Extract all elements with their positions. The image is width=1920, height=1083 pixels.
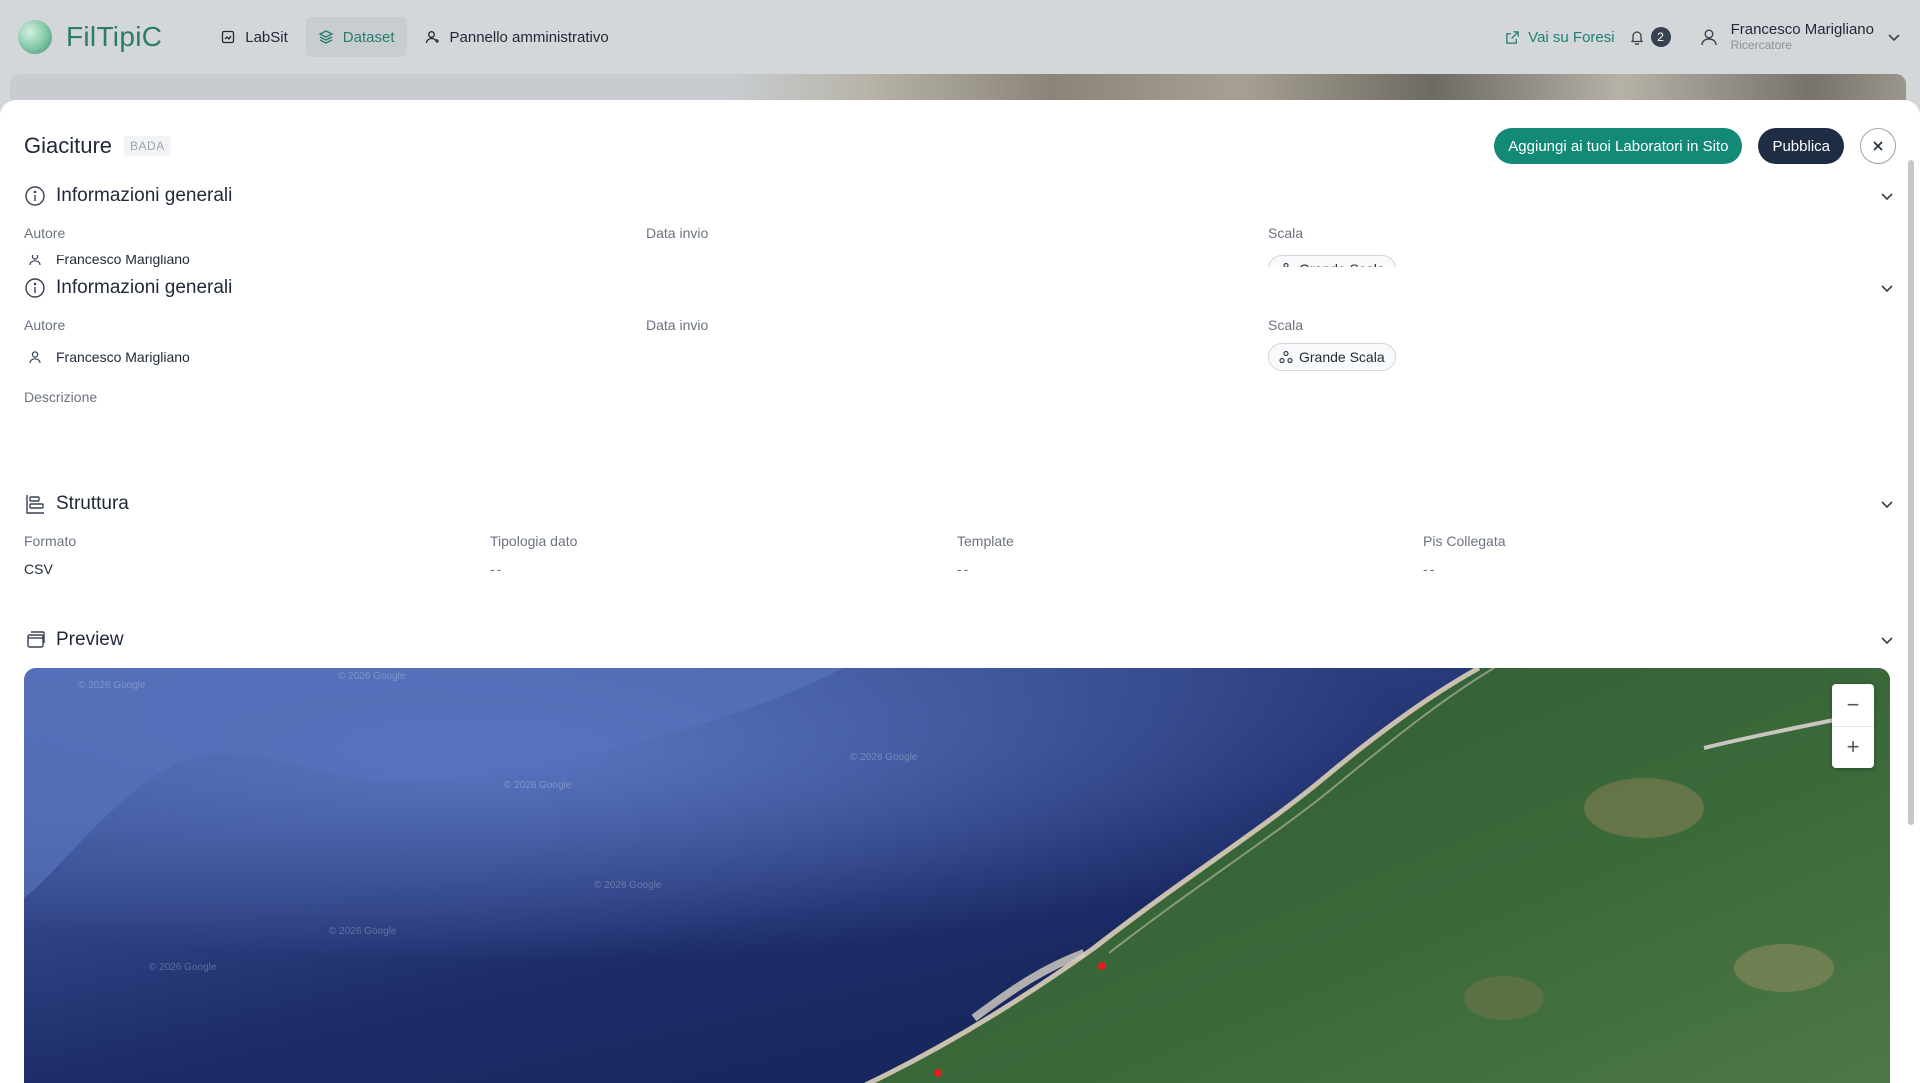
scale-icon xyxy=(1279,350,1293,364)
user-menu[interactable]: Francesco Marigliano Ricercatore xyxy=(1699,20,1902,53)
notifications-button[interactable]: 2 xyxy=(1629,27,1671,47)
bell-icon xyxy=(1630,31,1643,45)
info-icon xyxy=(25,278,45,298)
general-info-header[interactable]: Informazioni generali xyxy=(24,273,1896,303)
scale-chip: Grande Scala xyxy=(1268,343,1396,371)
preview-icon xyxy=(27,631,45,648)
map-zoom-controls: − + xyxy=(1832,684,1874,768)
general-info-title: Informazioni generali xyxy=(56,185,233,206)
publish-button[interactable]: Pubblica xyxy=(1758,128,1844,164)
date-label: Data invio xyxy=(646,317,709,333)
close-button[interactable] xyxy=(1860,128,1896,164)
notification-count-badge: 2 xyxy=(1650,27,1671,47)
preview-header[interactable]: Preview xyxy=(24,625,1896,655)
author-name: Francesco Marigliano xyxy=(56,255,190,267)
nav-label-labsit: LabSit xyxy=(245,28,288,46)
dataset-detail-panel: Giaciture BADA Aggiungi ai tuoi Laborato… xyxy=(0,100,1920,1083)
author-value-clipped: Francesco Marigliano xyxy=(28,255,190,267)
map-attribution: © 2026 Google xyxy=(329,926,397,937)
map-attribution: © 2026 Google xyxy=(149,962,217,973)
data-type-value: -- xyxy=(490,561,504,577)
description-label: Descrizione xyxy=(24,389,98,405)
map-attribution: © 2026 Google xyxy=(78,680,146,691)
format-value: CSV xyxy=(24,561,53,577)
chevron-down-icon xyxy=(1881,193,1893,201)
map-attribution: © 2026 Google xyxy=(594,880,662,891)
zoom-out-button[interactable]: − xyxy=(1832,684,1874,726)
template-value: -- xyxy=(957,561,971,577)
user-role: Ricercatore xyxy=(1730,38,1792,53)
user-icon xyxy=(29,255,41,266)
author-label: Autore xyxy=(24,225,66,241)
user-icon xyxy=(29,351,41,364)
panel-header: Giaciture BADA Aggiungi ai tuoi Laborato… xyxy=(24,124,1896,168)
info-icon xyxy=(25,186,45,206)
chevron-down-icon xyxy=(1881,285,1893,293)
nav-label-admin: Pannello amministrativo xyxy=(449,28,609,46)
user-name: Francesco Marigliano xyxy=(1730,20,1874,38)
nav-item-labsit[interactable]: LabSit xyxy=(208,17,300,57)
panel-actions: Aggiungi ai tuoi Laboratori in Sito Pubb… xyxy=(1494,128,1896,164)
add-to-labs-button[interactable]: Aggiungi ai tuoi Laboratori in Sito xyxy=(1494,128,1743,164)
close-icon xyxy=(1873,141,1883,151)
data-type-label: Tipologia dato xyxy=(490,533,578,549)
map-attribution: © 2026 Google xyxy=(504,780,572,791)
scale-value: Grande Scala xyxy=(1299,349,1385,365)
map-attribution: © 2026 Google xyxy=(850,752,918,763)
preview-title: Preview xyxy=(56,629,124,650)
layers-icon xyxy=(318,30,334,44)
zoom-in-button[interactable]: + xyxy=(1832,725,1874,769)
nav-item-admin[interactable]: Pannello amministrativo xyxy=(413,17,621,57)
chevron-down-icon xyxy=(1888,34,1900,42)
scale-chip-clipped: Grande Scala xyxy=(1268,255,1396,267)
dataset-title: Giaciture xyxy=(24,133,113,158)
scale-icon xyxy=(1283,262,1289,267)
format-label: Formato xyxy=(24,533,77,549)
date-label: Data invio xyxy=(646,225,709,241)
app-logo[interactable]: FilTipiC xyxy=(18,20,162,54)
main-nav: LabSit Dataset Pannello amministrativo xyxy=(208,17,621,57)
labsit-icon xyxy=(222,30,235,44)
satellite-map-image xyxy=(24,668,1890,1083)
user-info: Francesco Marigliano Ricercatore xyxy=(1730,20,1874,53)
author-label: Autore xyxy=(24,317,66,333)
vai-su-foresi-label: Vai su Foresi xyxy=(1528,28,1615,46)
map-marker[interactable] xyxy=(934,1069,942,1077)
preview-map[interactable]: © 2026 Google © 2026 Google © 2026 Googl… xyxy=(24,668,1890,1083)
map-marker[interactable] xyxy=(1098,962,1106,970)
scale-label: Scala xyxy=(1268,225,1304,241)
nav-label-dataset: Dataset xyxy=(342,28,395,46)
external-link-icon xyxy=(1506,30,1519,44)
scale-label: Scala xyxy=(1268,317,1304,333)
structure-title: Struttura xyxy=(56,493,129,514)
top-right-actions: Vai su Foresi 2 Francesco Marigliano Ric… xyxy=(1505,20,1902,53)
template-label: Template xyxy=(957,533,1014,549)
admin-icon xyxy=(425,31,439,44)
user-avatar-icon xyxy=(1700,29,1717,46)
clipped-values: Francesco Marigliano Grande Scala xyxy=(0,255,1920,267)
chevron-down-icon xyxy=(1881,501,1893,509)
pis-value: -- xyxy=(1423,561,1437,577)
pis-label: Pis Collegata xyxy=(1423,533,1506,549)
dataset-tag: BADA xyxy=(124,136,171,156)
scale-value: Grande Scala xyxy=(1299,261,1385,267)
app-name: FilTipiC xyxy=(66,21,163,52)
general-info-title: Informazioni generali xyxy=(56,277,233,298)
vai-su-foresi-link[interactable]: Vai su Foresi xyxy=(1505,28,1615,46)
structure-icon xyxy=(26,495,44,514)
author-value: Francesco Marigliano xyxy=(28,349,190,365)
general-info-header-sticky[interactable]: Informazioni generali xyxy=(24,181,1896,211)
author-name: Francesco Marigliano xyxy=(56,349,190,365)
nav-item-dataset[interactable]: Dataset xyxy=(305,17,407,57)
chevron-down-icon xyxy=(1881,637,1893,645)
logo-mark-icon xyxy=(18,20,52,54)
map-attribution: © 2026 Google xyxy=(338,671,406,682)
top-navigation: FilTipiC LabSit Dataset Pannello amminis… xyxy=(0,0,1920,74)
structure-header[interactable]: Struttura xyxy=(24,489,1896,519)
